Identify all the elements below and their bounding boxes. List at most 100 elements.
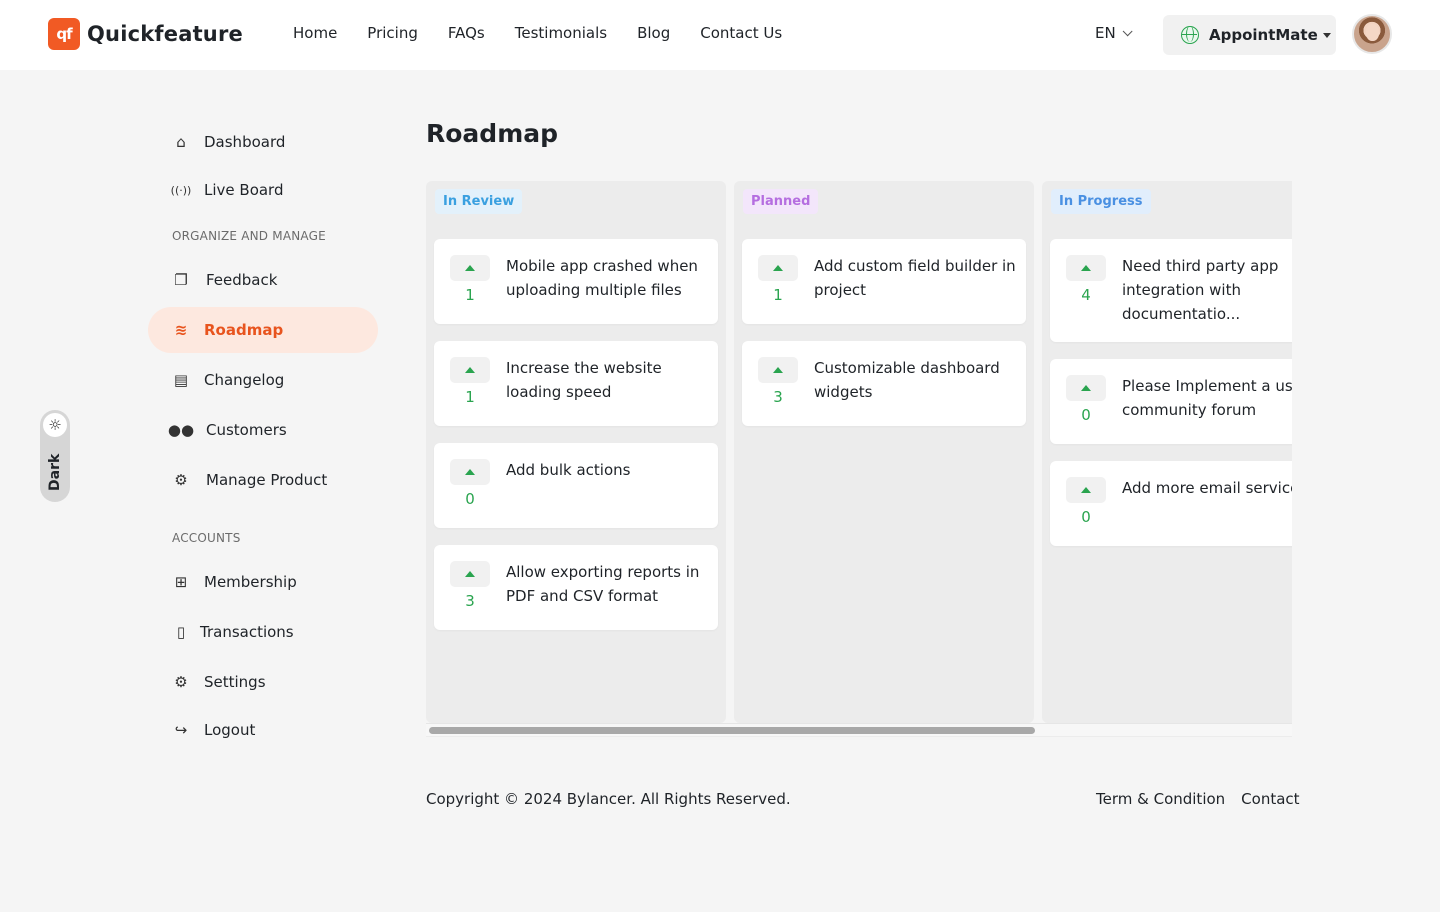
sun-icon: ☼ bbox=[43, 413, 67, 437]
section-accounts-heading: ACCOUNTS bbox=[172, 531, 241, 545]
page-title: Roadmap bbox=[426, 119, 559, 148]
card-title: Customizable dashboard widgets bbox=[814, 359, 1000, 401]
sidebar-item-label: Manage Product bbox=[206, 471, 328, 489]
card-title: Please Implement a user community forum bbox=[1122, 377, 1292, 419]
sidebar-item-dashboard[interactable]: ⌂ Dashboard bbox=[148, 119, 378, 165]
sidebar-item-label: Settings bbox=[204, 673, 266, 691]
vote-count: 1 bbox=[773, 286, 783, 304]
sidebar-item-label: Live Board bbox=[204, 181, 284, 199]
nav-contact-us[interactable]: Contact Us bbox=[700, 24, 782, 42]
brand-logo[interactable]: qf Quickfeature bbox=[48, 18, 243, 50]
roadmap-card[interactable]: 1 Increase the website loading speed bbox=[434, 341, 718, 426]
upvote-button[interactable] bbox=[1066, 375, 1106, 401]
roadmap-card[interactable]: 0 Add more email services bbox=[1050, 461, 1292, 546]
roadmap-card[interactable]: 0 Please Implement a user community foru… bbox=[1050, 359, 1292, 444]
section-organize-heading: ORGANIZE AND MANAGE bbox=[172, 229, 326, 243]
logout-icon: ↪ bbox=[174, 721, 188, 739]
nav-pricing[interactable]: Pricing bbox=[367, 24, 418, 42]
globe-icon bbox=[1181, 26, 1199, 44]
column-in-progress: In Progress 4 Need third party app integ… bbox=[1042, 181, 1292, 723]
sidebar-item-label: Changelog bbox=[204, 371, 285, 389]
vote-count: 3 bbox=[465, 592, 475, 610]
vote-count: 0 bbox=[1081, 508, 1091, 526]
roadmap-card[interactable]: 0 Add bulk actions bbox=[434, 443, 718, 528]
sidebar-item-transactions[interactable]: ▯ Transactions bbox=[148, 609, 378, 655]
upvote-button[interactable] bbox=[450, 459, 490, 485]
sidebar-item-customers[interactable]: ●● Customers bbox=[148, 407, 378, 453]
sidebar-item-label: Transactions bbox=[200, 623, 294, 641]
sidebar-item-feedback[interactable]: ❐ Feedback bbox=[148, 257, 378, 303]
gears-icon: ⚙ bbox=[174, 471, 188, 489]
roadmap-card[interactable]: 3 Customizable dashboard widgets bbox=[742, 341, 1026, 426]
nav-testimonials[interactable]: Testimonials bbox=[515, 24, 607, 42]
theme-toggle[interactable]: ☼ Dark bbox=[40, 410, 70, 502]
sidebar-item-label: Dashboard bbox=[204, 133, 286, 151]
sidebar-item-label: Feedback bbox=[206, 271, 278, 289]
footer-copyright: Copyright © 2024 Bylancer. All Rights Re… bbox=[426, 790, 791, 808]
roadmap-card[interactable]: 1 Add custom field builder in project bbox=[742, 239, 1026, 324]
caret-down-icon bbox=[1322, 32, 1331, 38]
nav-faqs[interactable]: FAQs bbox=[448, 24, 485, 42]
footer-links: Term & Condition Contact bbox=[1096, 790, 1300, 808]
upvote-button[interactable] bbox=[758, 255, 798, 281]
sidebar-item-roadmap[interactable]: ≋ Roadmap bbox=[148, 307, 378, 353]
sidebar-item-changelog[interactable]: ▤ Changelog bbox=[148, 357, 378, 403]
sidebar-item-manage-product[interactable]: ⚙ Manage Product bbox=[148, 457, 378, 503]
sidebar-item-live-board[interactable]: ((·)) Live Board bbox=[148, 167, 378, 213]
folders-icon: ❐ bbox=[174, 271, 188, 289]
column-planned: Planned 1 Add custom field builder in pr… bbox=[734, 181, 1034, 723]
upvote-button[interactable] bbox=[450, 255, 490, 281]
vote-count: 0 bbox=[465, 490, 475, 508]
card-title: Add bulk actions bbox=[506, 461, 631, 479]
roadmap-card[interactable]: 3 Allow exporting reports in PDF and CSV… bbox=[434, 545, 718, 630]
vote-count: 3 bbox=[773, 388, 783, 406]
card-title: Need third party app integration with do… bbox=[1122, 257, 1279, 323]
vote-count: 1 bbox=[465, 388, 475, 406]
sidebar: ⌂ Dashboard ((·)) Live Board ORGANIZE AN… bbox=[148, 118, 378, 753]
top-header: qf Quickfeature Home Pricing FAQs Testim… bbox=[0, 0, 1440, 70]
nav-home[interactable]: Home bbox=[293, 24, 337, 42]
theme-label: Dark bbox=[47, 453, 63, 491]
logo-mark-icon: qf bbox=[48, 18, 80, 50]
upvote-button[interactable] bbox=[450, 561, 490, 587]
vote-count: 1 bbox=[465, 286, 475, 304]
roadmap-card[interactable]: 4 Need third party app integration with … bbox=[1050, 239, 1292, 342]
sidebar-item-label: Roadmap bbox=[204, 321, 284, 339]
layers-icon: ≋ bbox=[174, 321, 188, 339]
sidebar-item-label: Membership bbox=[204, 573, 297, 591]
status-badge: In Review bbox=[435, 189, 523, 214]
roadmap-board: In Review 1 Mobile app crashed when uplo… bbox=[426, 181, 1292, 723]
workspace-switcher[interactable]: AppointMate bbox=[1163, 15, 1336, 55]
footer-link-terms[interactable]: Term & Condition bbox=[1096, 790, 1225, 808]
brand-name: Quickfeature bbox=[87, 22, 243, 46]
upvote-button[interactable] bbox=[1066, 477, 1106, 503]
vote-count: 4 bbox=[1081, 286, 1091, 304]
sidebar-item-membership[interactable]: ⊞ Membership bbox=[148, 559, 378, 605]
message-icon: ▤ bbox=[173, 371, 189, 389]
column-in-review: In Review 1 Mobile app crashed when uplo… bbox=[426, 181, 726, 723]
upvote-button[interactable] bbox=[450, 357, 490, 383]
home-icon: ⌂ bbox=[176, 133, 186, 151]
main-nav: Home Pricing FAQs Testimonials Blog Cont… bbox=[293, 24, 812, 42]
gift-icon: ⊞ bbox=[174, 573, 188, 591]
status-badge: Planned bbox=[743, 189, 819, 214]
upvote-button[interactable] bbox=[1066, 255, 1106, 281]
footer-link-contact[interactable]: Contact bbox=[1241, 790, 1299, 808]
card-title: Allow exporting reports in PDF and CSV f… bbox=[506, 563, 700, 605]
card-title: Mobile app crashed when uploading multip… bbox=[506, 257, 698, 299]
sidebar-item-label: Logout bbox=[204, 721, 256, 739]
language-selector[interactable]: EN bbox=[1095, 24, 1133, 42]
nav-blog[interactable]: Blog bbox=[637, 24, 670, 42]
board-horizontal-scrollbar[interactable] bbox=[426, 723, 1292, 737]
sidebar-item-settings[interactable]: ⚙ Settings bbox=[148, 659, 378, 705]
users-icon: ●● bbox=[167, 421, 195, 439]
sidebar-item-label: Customers bbox=[206, 421, 287, 439]
user-avatar[interactable] bbox=[1352, 14, 1392, 54]
card-title: Increase the website loading speed bbox=[506, 359, 662, 401]
card-title: Add custom field builder in project bbox=[814, 257, 1016, 299]
scrollbar-thumb[interactable] bbox=[429, 727, 1035, 734]
card-title: Add more email services bbox=[1122, 479, 1292, 497]
upvote-button[interactable] bbox=[758, 357, 798, 383]
roadmap-card[interactable]: 1 Mobile app crashed when uploading mult… bbox=[434, 239, 718, 324]
sidebar-item-logout[interactable]: ↪ Logout bbox=[148, 707, 378, 753]
